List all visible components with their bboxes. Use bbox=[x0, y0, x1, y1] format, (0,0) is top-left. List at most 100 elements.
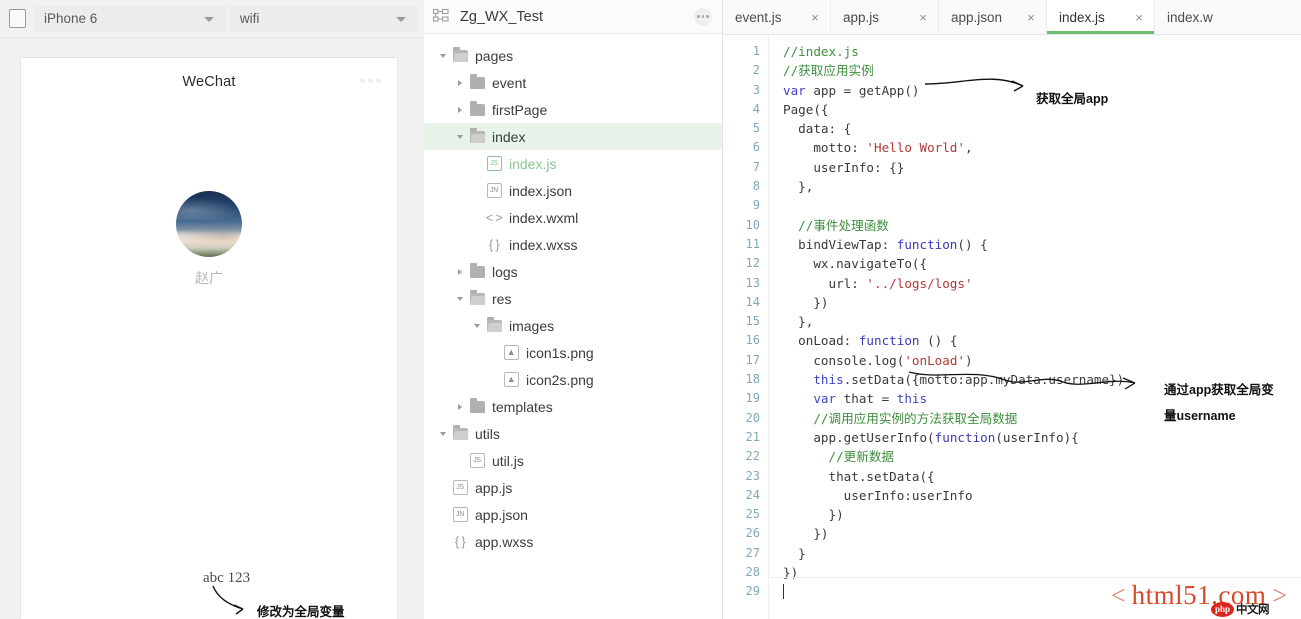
code-area[interactable]: 1234567891011121314151617181920212223242… bbox=[723, 35, 1301, 619]
node-icon bbox=[450, 50, 470, 62]
code-line[interactable]: }, bbox=[783, 312, 1301, 331]
code-line[interactable]: } bbox=[783, 544, 1301, 563]
tree-item-util-js[interactable]: JSutil.js bbox=[424, 447, 722, 474]
tree-item-label: pages bbox=[475, 48, 513, 64]
user-avatar-photo[interactable] bbox=[176, 191, 242, 257]
code-line[interactable] bbox=[783, 582, 1301, 601]
twisty-closed-icon[interactable] bbox=[453, 269, 467, 275]
tree-item-index-js[interactable]: JSindex.js bbox=[424, 150, 722, 177]
line-number: 7 bbox=[723, 158, 768, 177]
tree-item-event[interactable]: event bbox=[424, 69, 722, 96]
close-icon[interactable]: × bbox=[908, 10, 938, 25]
line-number: 28 bbox=[723, 563, 768, 582]
line-number: 10 bbox=[723, 216, 768, 235]
code-line[interactable]: that.setData({ bbox=[783, 467, 1301, 486]
close-icon[interactable]: × bbox=[800, 10, 830, 25]
twisty-open-icon[interactable] bbox=[470, 324, 484, 328]
tree-item-label: res bbox=[492, 291, 511, 307]
code-line[interactable]: }) bbox=[783, 505, 1301, 524]
code-line[interactable]: url: '../logs/logs' bbox=[783, 274, 1301, 293]
tree-item-app-js[interactable]: JSapp.js bbox=[424, 474, 722, 501]
editor-tab-event-js[interactable]: event.js× bbox=[723, 0, 831, 34]
code-line[interactable]: //index.js bbox=[783, 42, 1301, 61]
node-icon: { } bbox=[484, 238, 504, 252]
tree-item-label: app.js bbox=[475, 480, 512, 496]
twisty-closed-icon[interactable] bbox=[453, 107, 467, 113]
twisty-open-icon[interactable] bbox=[436, 54, 450, 58]
tree-item-pages[interactable]: pages bbox=[424, 42, 722, 69]
code-line[interactable]: wx.navigateTo({ bbox=[783, 254, 1301, 273]
twisty-open-icon[interactable] bbox=[436, 432, 450, 436]
line-number: 20 bbox=[723, 409, 768, 428]
node-icon: < > bbox=[484, 211, 504, 225]
code-line[interactable]: }, bbox=[783, 177, 1301, 196]
tree-item-index-wxss[interactable]: { }index.wxss bbox=[424, 231, 722, 258]
code-line[interactable]: userInfo:userInfo bbox=[783, 486, 1301, 505]
tree-item-templates[interactable]: templates bbox=[424, 393, 722, 420]
tree-item-firstPage[interactable]: firstPage bbox=[424, 96, 722, 123]
code-line[interactable]: //获取应用实例 bbox=[783, 61, 1301, 80]
node-icon bbox=[467, 293, 487, 305]
panel-toggle-icon[interactable] bbox=[9, 9, 26, 28]
close-icon[interactable]: × bbox=[1016, 10, 1046, 25]
chevron-down-icon bbox=[204, 17, 214, 22]
code-line[interactable]: //更新数据 bbox=[783, 447, 1301, 466]
line-number-gutter: 1234567891011121314151617181920212223242… bbox=[723, 35, 769, 619]
tree-item-utils[interactable]: utils bbox=[424, 420, 722, 447]
file-tree-list[interactable]: pageseventfirstPageindexJSindex.jsJNinde… bbox=[424, 34, 722, 555]
code-line[interactable]: }) bbox=[783, 293, 1301, 312]
code-content[interactable]: //index.js//获取应用实例var app = getApp()Page… bbox=[769, 35, 1301, 619]
code-token: }, bbox=[783, 179, 813, 194]
code-line[interactable]: }) bbox=[783, 563, 1301, 582]
device-select[interactable]: iPhone 6 bbox=[34, 6, 226, 32]
tree-item-label: index bbox=[492, 129, 525, 145]
code-line[interactable]: //事件处理函数 bbox=[783, 216, 1301, 235]
editor-tab-label: app.json bbox=[951, 10, 1016, 25]
code-line[interactable]: onLoad: function () { bbox=[783, 331, 1301, 350]
code-token: userInfo: {} bbox=[783, 160, 904, 175]
code-line[interactable]: motto: 'Hello World', bbox=[783, 138, 1301, 157]
twisty-open-icon[interactable] bbox=[453, 135, 467, 139]
folder-closed-icon bbox=[470, 266, 485, 278]
wxss-file-icon: { } bbox=[489, 238, 499, 252]
more-options-icon[interactable] bbox=[694, 8, 712, 26]
tree-item-app-wxss[interactable]: { }app.wxss bbox=[424, 528, 722, 555]
tree-item-icon1s-png[interactable]: ▲icon1s.png bbox=[424, 339, 722, 366]
tree-item-label: index.json bbox=[509, 183, 572, 199]
line-number: 12 bbox=[723, 254, 768, 273]
network-select[interactable]: wifi bbox=[230, 6, 418, 32]
editor-tab-app-js[interactable]: app.js× bbox=[831, 0, 939, 34]
code-line[interactable]: data: { bbox=[783, 119, 1301, 138]
line-number: 23 bbox=[723, 467, 768, 486]
editor-tab-app-json[interactable]: app.json× bbox=[939, 0, 1047, 34]
code-line[interactable]: bindViewTap: function() { bbox=[783, 235, 1301, 254]
twisty-closed-icon[interactable] bbox=[453, 80, 467, 86]
twisty-closed-icon[interactable] bbox=[453, 404, 467, 410]
json-file-icon: JN bbox=[453, 507, 468, 522]
code-token: url: bbox=[783, 276, 866, 291]
more-dots-icon[interactable] bbox=[360, 78, 381, 83]
close-icon[interactable]: × bbox=[1124, 10, 1154, 25]
tree-item-icon2s-png[interactable]: ▲icon2s.png bbox=[424, 366, 722, 393]
tree-item-index[interactable]: index bbox=[424, 123, 722, 150]
code-line[interactable]: }) bbox=[783, 524, 1301, 543]
tree-item-app-json[interactable]: JNapp.json bbox=[424, 501, 722, 528]
code-line[interactable]: console.log('onLoad') bbox=[783, 351, 1301, 370]
tree-item-index-wxml[interactable]: < >index.wxml bbox=[424, 204, 722, 231]
tree-item-label: logs bbox=[492, 264, 518, 280]
code-line[interactable]: app.getUserInfo(function(userInfo){ bbox=[783, 428, 1301, 447]
twisty-open-icon[interactable] bbox=[453, 297, 467, 301]
editor-tab-bar[interactable]: event.js×app.js×app.json×index.js×index.… bbox=[723, 0, 1301, 35]
node-icon bbox=[467, 131, 487, 143]
tree-item-logs[interactable]: logs bbox=[424, 258, 722, 285]
code-token: that.setData({ bbox=[783, 469, 935, 484]
phone-screen[interactable]: WeChat 赵广 abc 123 修改为全局变量 username的值： bbox=[21, 58, 397, 619]
tree-item-images[interactable]: images bbox=[424, 312, 722, 339]
tree-item-label: icon2s.png bbox=[526, 372, 594, 388]
editor-tab-index-w[interactable]: index.w bbox=[1155, 0, 1213, 34]
tree-item-res[interactable]: res bbox=[424, 285, 722, 312]
code-line[interactable] bbox=[783, 196, 1301, 215]
tree-item-index-json[interactable]: JNindex.json bbox=[424, 177, 722, 204]
code-line[interactable]: userInfo: {} bbox=[783, 158, 1301, 177]
editor-tab-index-js[interactable]: index.js× bbox=[1047, 0, 1155, 34]
